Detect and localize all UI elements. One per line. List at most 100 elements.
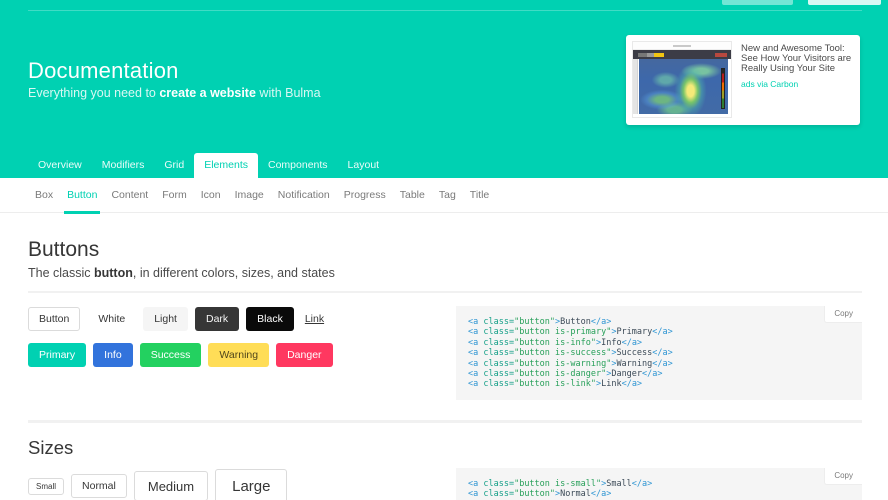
- ad-sidebar-strip: [633, 59, 638, 114]
- code-token: class=: [478, 317, 515, 327]
- code-token: "button is-small": [514, 478, 602, 489]
- button-dark[interactable]: Dark: [194, 307, 240, 331]
- subnav-item-progress[interactable]: Progress: [337, 178, 393, 212]
- code-token: class=: [478, 369, 515, 380]
- tab-grid[interactable]: Grid: [154, 153, 194, 178]
- tab-overview[interactable]: Overview: [28, 153, 92, 178]
- code-token: Info: [601, 337, 622, 348]
- button-medium[interactable]: Medium: [133, 471, 209, 500]
- tab-modifiers[interactable]: Modifiers: [92, 153, 155, 178]
- code-token: </a>: [652, 348, 673, 359]
- tab-layout[interactable]: Layout: [338, 153, 390, 178]
- code-line: <a class="button is-success">Success</a>: [468, 348, 850, 358]
- subnav-item-content[interactable]: Content: [104, 178, 155, 212]
- code-token: <a: [468, 489, 479, 500]
- code-token: </a>: [631, 478, 653, 489]
- buttons-subtitle-bold: button: [94, 266, 133, 280]
- copy-button[interactable]: Copy: [824, 467, 862, 485]
- button-light[interactable]: Light: [143, 307, 188, 331]
- ad-browser-toolbar: [633, 50, 731, 59]
- elements-subnav: Box Button Content Form Icon Image Notif…: [0, 178, 888, 214]
- carbon-ad[interactable]: New and Awesome Tool: See How Your Visit…: [626, 35, 860, 125]
- button-row-colors: Primary Info Success Warning Danger: [28, 343, 440, 367]
- code-line: <a class="button">Normal</a>: [468, 489, 850, 499]
- button-normal[interactable]: Normal: [71, 474, 127, 499]
- buttons-section-subtitle: The classic button, in different colors,…: [28, 266, 862, 280]
- subnav-item-box[interactable]: Box: [28, 178, 60, 212]
- code-token: class=: [478, 348, 515, 359]
- button-info[interactable]: Info: [93, 343, 133, 367]
- button-primary[interactable]: Primary: [28, 343, 87, 367]
- code-token: </a>: [590, 489, 612, 500]
- subtitle-text-prefix: Everything you need to: [28, 86, 160, 100]
- subnav-item-icon[interactable]: Icon: [194, 178, 228, 212]
- sizes-preview-column: Small Normal Medium Large: [28, 468, 440, 500]
- ad-attribution-link[interactable]: ads via Carbon: [741, 79, 798, 89]
- navbar-cutoff-button-1[interactable]: [722, 0, 793, 5]
- code-token: class=: [478, 337, 515, 348]
- sizes-section-title: Sizes: [28, 436, 74, 458]
- button-success[interactable]: Success: [139, 343, 202, 367]
- code-token: <a: [468, 369, 479, 380]
- subnav-item-table[interactable]: Table: [393, 178, 432, 212]
- tab-components[interactable]: Components: [258, 153, 338, 178]
- hero-header: Documentation Everything you need to cre…: [0, 0, 888, 178]
- code-line: <a class="button is-danger">Danger</a>: [468, 369, 850, 379]
- code-wrapper: <a class="button is-small">Small</a> <a c…: [456, 467, 862, 500]
- code-token: </a>: [621, 337, 643, 348]
- buttons-code-snippet: <a class="button">Button</a> <a class="bu…: [456, 306, 862, 400]
- button-danger[interactable]: Danger: [276, 343, 333, 367]
- code-token: "button is-link": [514, 379, 596, 390]
- subtitle-text-suffix: with Bulma: [255, 86, 321, 100]
- subnav-item-form[interactable]: Form: [155, 178, 194, 212]
- button-link[interactable]: Link: [301, 307, 328, 331]
- code-token: Warning: [616, 358, 653, 369]
- ad-headline[interactable]: New and Awesome Tool: See How Your Visit…: [741, 44, 855, 74]
- code-token: "button is-warning": [514, 358, 612, 369]
- ad-heat-scalebar: [721, 68, 725, 109]
- page-subtitle: Everything you need to create a website …: [28, 86, 321, 100]
- sizes-code-snippet: <a class="button is-small">Small</a> <a c…: [456, 467, 862, 500]
- ad-browser-chrome: [633, 42, 731, 50]
- tab-elements[interactable]: Elements: [194, 153, 258, 178]
- section-divider-2: [28, 419, 862, 423]
- code-line: <a class="button is-small">Small</a>: [468, 479, 850, 489]
- subnav-item-notification[interactable]: Notification: [271, 178, 337, 212]
- button-large[interactable]: Large: [215, 468, 288, 500]
- page-title: Documentation: [28, 58, 179, 83]
- code-token: <a: [468, 379, 479, 390]
- code-token: <a: [468, 317, 479, 327]
- navbar-cutoff-button-2[interactable]: [808, 0, 881, 5]
- sizes-section: Sizes Small Normal Medium Large <a class…: [28, 437, 862, 500]
- subnav-item-title[interactable]: Title: [463, 178, 496, 212]
- main-content: Buttons The classic button, in different…: [0, 238, 888, 500]
- buttons-subtitle-suffix: , in different colors, sizes, and states: [132, 266, 335, 280]
- subnav-item-tag[interactable]: Tag: [432, 178, 463, 212]
- code-line: <a class="button is-info">Info</a>: [468, 338, 850, 348]
- button-default[interactable]: Button: [28, 307, 81, 331]
- code-token: Button: [560, 317, 591, 327]
- button-small[interactable]: Small: [28, 477, 65, 495]
- code-token: <a: [468, 337, 479, 348]
- main-tabs: Overview Modifiers Grid Elements Compone…: [28, 153, 389, 178]
- code-token: class=: [478, 489, 515, 500]
- button-black[interactable]: Black: [246, 307, 294, 331]
- code-token: </a>: [621, 379, 643, 390]
- code-token: class=: [478, 478, 515, 489]
- code-token: "button is-primary": [514, 327, 612, 338]
- code-token: Danger: [611, 369, 643, 380]
- buttons-section: Buttons The classic button, in different…: [28, 238, 862, 423]
- code-line: <a class="button is-primary">Primary</a>: [468, 327, 850, 337]
- sizes-example: Small Normal Medium Large <a class="butt…: [28, 467, 862, 500]
- code-token: "button is-success": [514, 348, 612, 359]
- code-token: class=: [478, 327, 515, 338]
- copy-button[interactable]: Copy: [824, 306, 862, 323]
- ad-heatmap-image[interactable]: [632, 41, 732, 118]
- subnav-item-image[interactable]: Image: [228, 178, 271, 212]
- button-white[interactable]: White: [87, 307, 137, 331]
- ad-heatmap-area: [639, 59, 728, 114]
- button-warning[interactable]: Warning: [208, 343, 270, 367]
- code-token: <a: [468, 358, 479, 369]
- sizes-code-column: <a class="button is-small">Small</a> <a c…: [456, 467, 862, 500]
- subnav-item-button[interactable]: Button: [60, 178, 104, 214]
